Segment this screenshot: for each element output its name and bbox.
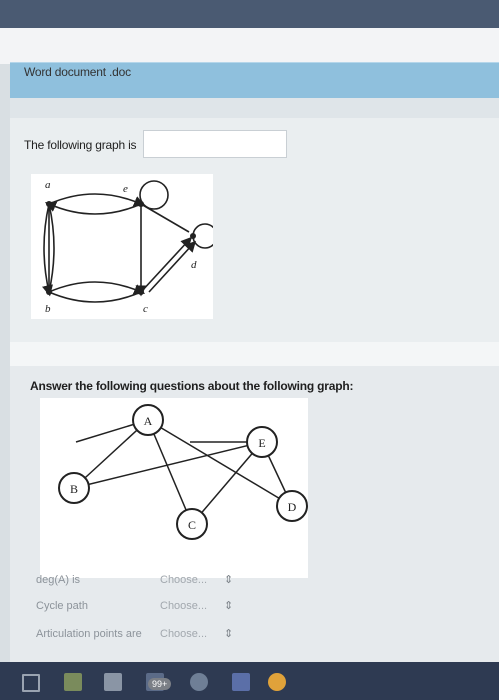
file-explorer-icon[interactable] <box>64 673 82 691</box>
dropdown-arrow-icon: ⇕ <box>224 628 234 640</box>
node-label-D: D <box>288 500 297 514</box>
row-label-articulation: Articulation points are <box>36 628 142 640</box>
node-label-e: e <box>123 183 128 195</box>
node-label-B: B <box>70 482 78 496</box>
app-icon[interactable] <box>232 673 250 691</box>
question-1-card: The following graph is a e d b c <box>10 118 499 342</box>
question-2-prompt: Answer the following questions about the… <box>30 379 354 393</box>
select-deg-a[interactable]: Choose... ⇕ <box>160 574 233 586</box>
spacer <box>10 98 499 118</box>
notification-badge: 99+ <box>148 678 172 690</box>
node-label-a: a <box>45 179 51 191</box>
store-icon[interactable] <box>104 673 122 691</box>
node-label-c: c <box>143 303 148 315</box>
select-value: Choose... <box>160 628 208 640</box>
document-title[interactable]: Word document .doc <box>24 65 131 79</box>
node-label-E: E <box>258 436 265 450</box>
select-articulation[interactable]: Choose... ⇕ <box>160 628 233 640</box>
node-label-C: C <box>188 518 196 532</box>
row-label-deg-a: deg(A) is <box>36 574 81 586</box>
document-header[interactable]: Word document .doc <box>10 62 499 99</box>
top-white-strip <box>0 28 499 64</box>
row-label-cycle-path: Cycle path <box>36 600 88 612</box>
top-window-bar <box>0 0 499 28</box>
select-value: Choose... <box>160 574 208 586</box>
directed-graph: a e d b c <box>31 174 213 319</box>
select-cycle-path[interactable]: Choose... ⇕ <box>160 600 233 612</box>
dropdown-arrow-icon: ⇕ <box>224 574 234 586</box>
question-1-prompt: The following graph is <box>24 138 137 152</box>
answer-input[interactable] <box>143 130 287 158</box>
taskbar: 99+ <box>0 662 499 700</box>
settings-icon[interactable] <box>190 673 208 691</box>
undirected-graph: A E B D C <box>40 398 308 578</box>
dropdown-arrow-icon: ⇕ <box>224 600 234 612</box>
node-label-b: b <box>45 303 51 315</box>
task-view-icon[interactable] <box>22 674 40 692</box>
node-label-d: d <box>191 259 197 271</box>
question-2-card: Answer the following questions about the… <box>10 366 499 662</box>
select-value: Choose... <box>160 600 208 612</box>
chrome-icon[interactable] <box>268 673 286 691</box>
spacer <box>10 342 499 366</box>
node-label-A: A <box>144 414 153 428</box>
